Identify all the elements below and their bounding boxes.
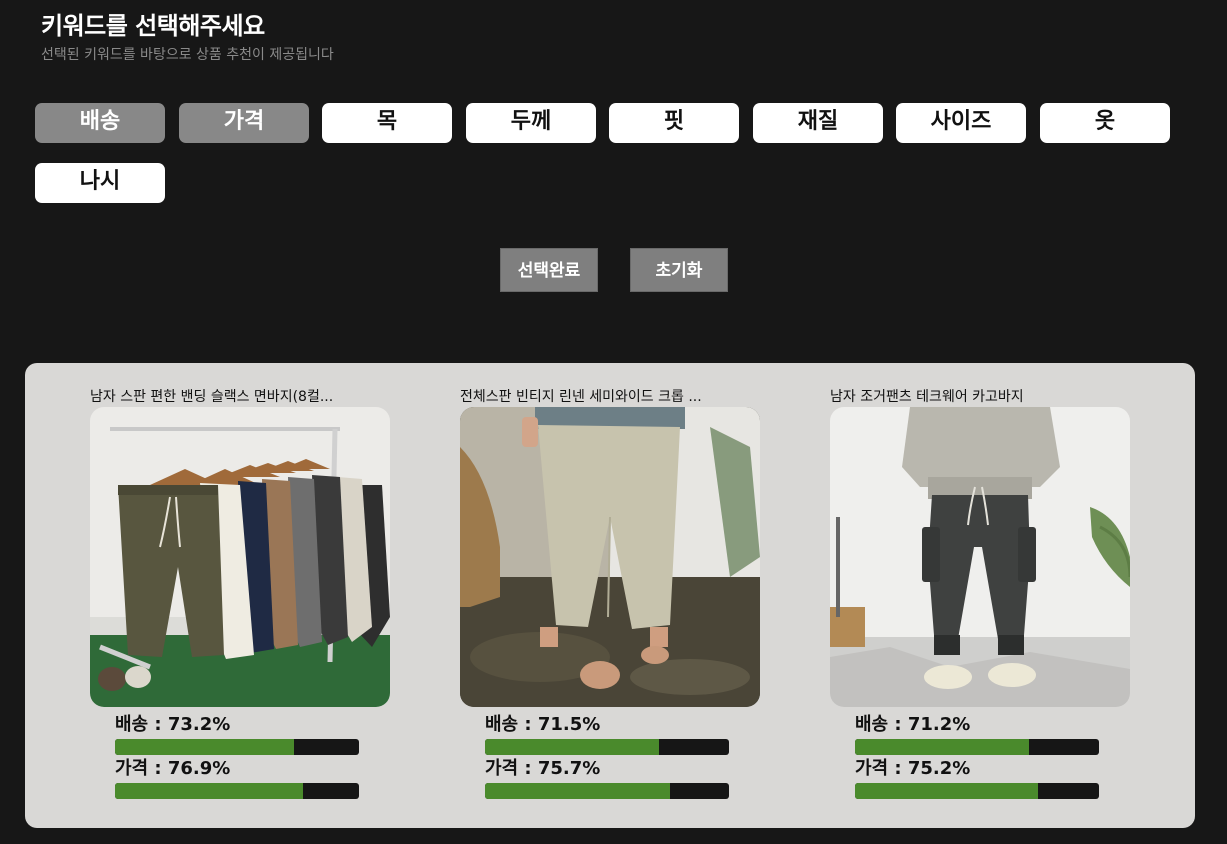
metric-label: 가격 : 75.2% xyxy=(855,758,971,779)
metric-label: 배송 : 73.2% xyxy=(115,714,231,735)
metric-label: 배송 : 71.2% xyxy=(855,714,971,735)
keyword-chip-thickness[interactable]: 두께 xyxy=(466,103,596,143)
keyword-chip-material[interactable]: 재질 xyxy=(753,103,883,143)
product-image[interactable] xyxy=(460,407,760,707)
score-bar xyxy=(855,783,1099,799)
product-card[interactable]: 전체스판 빈티지 린넨 세미와이드 크롭 ... 배송: 71.5% 가격:… xyxy=(460,387,760,799)
product-card[interactable]: 남자 조거팬츠 테크웨어 카고바지 배송: 71.2% 가격: 75.2% xyxy=(830,387,1130,799)
score-bar-fill xyxy=(855,783,1039,799)
product-title[interactable]: 남자 조거팬츠 테크웨어 카고바지 xyxy=(830,387,1130,407)
reset-button[interactable]: 초기화 xyxy=(630,248,728,292)
score-bar-fill xyxy=(115,783,303,799)
product-title[interactable]: 전체스판 빈티지 린넨 세미와이드 크롭 ... xyxy=(460,387,760,407)
score-bar xyxy=(115,783,359,799)
recommendation-panel: 남자 스판 편한 밴딩 슬랙스 면바지(8컬... 배송: 73.2% 가격 … xyxy=(25,363,1195,828)
metric-price: 가격 : 75.7% xyxy=(485,757,729,799)
score-bar xyxy=(485,739,729,755)
metric-delivery: 배송 : 73.2% xyxy=(115,713,359,755)
keyword-chip-clothes[interactable]: 옷 xyxy=(1040,103,1170,143)
metric-delivery: 배송 : 71.5% xyxy=(485,713,729,755)
keyword-chip-delivery[interactable]: 배송 xyxy=(35,103,165,143)
keyword-chip-fit[interactable]: 핏 xyxy=(609,103,739,143)
keyword-chip-size[interactable]: 사이즈 xyxy=(896,103,1026,143)
score-bar-fill xyxy=(855,739,1029,755)
keyword-chip-price[interactable]: 가격 xyxy=(179,103,309,143)
recommendation-page: 키워드를 선택해주세요 선택된 키워드를 바탕으로 상품 추천이 제공됩니다 배… xyxy=(0,0,1227,844)
score-bar-fill xyxy=(485,783,670,799)
product-image[interactable] xyxy=(830,407,1130,707)
product-title[interactable]: 남자 스판 편한 밴딩 슬랙스 면바지(8컬... xyxy=(90,387,390,407)
metric-price: 가격 : 75.2% xyxy=(855,757,1099,799)
product-image[interactable] xyxy=(90,407,390,707)
confirm-selection-button[interactable]: 선택완료 xyxy=(500,248,598,292)
keyword-chip-sleeveless[interactable]: 나시 xyxy=(35,163,165,203)
page-title: 키워드를 선택해주세요 xyxy=(41,12,265,40)
metric-price: 가격 : 76.9% xyxy=(115,757,359,799)
metric-label: 가격 : 75.7% xyxy=(485,758,601,779)
metric-delivery: 배송 : 71.2% xyxy=(855,713,1099,755)
score-bar-fill xyxy=(485,739,660,755)
score-bar xyxy=(115,739,359,755)
keyword-chip-neck[interactable]: 목 xyxy=(322,103,452,143)
score-bar xyxy=(855,739,1099,755)
score-bar xyxy=(485,783,729,799)
metric-label: 배송 : 71.5% xyxy=(485,714,601,735)
page-subtitle: 선택된 키워드를 바탕으로 상품 추천이 제공됩니다 xyxy=(41,47,334,63)
score-bar-fill xyxy=(115,739,294,755)
product-card[interactable]: 남자 스판 편한 밴딩 슬랙스 면바지(8컬... 배송: 73.2% 가격 … xyxy=(90,387,390,799)
metric-label: 가격 : 76.9% xyxy=(115,758,231,779)
